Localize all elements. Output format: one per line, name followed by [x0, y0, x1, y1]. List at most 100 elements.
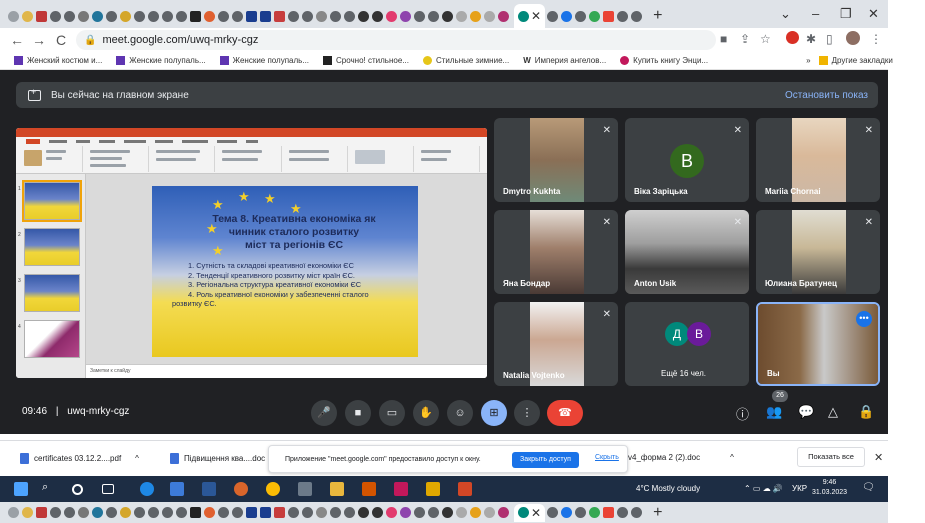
tab-favicon[interactable] [232, 507, 243, 518]
camera-icon[interactable]: ■ [720, 32, 727, 46]
hide-link[interactable]: Скрыть [595, 454, 619, 461]
minimize-icon[interactable]: – [812, 6, 819, 21]
extensions-puzzle-icon[interactable]: ✱ [806, 32, 816, 46]
menu-more-icon[interactable]: ⋮ [870, 32, 882, 46]
tab-favicon[interactable] [561, 10, 573, 22]
tab-favicon[interactable] [603, 10, 615, 22]
activities-icon[interactable]: △ [828, 404, 838, 420]
file-explorer-icon[interactable] [330, 482, 344, 496]
tab-favicon[interactable] [344, 507, 355, 518]
tab-favicon[interactable] [288, 10, 299, 22]
tab-favicon[interactable] [631, 10, 643, 22]
download-menu-icon[interactable]: ^ [135, 454, 139, 463]
tab-favicon[interactable] [316, 507, 327, 518]
tab-favicon[interactable] [470, 507, 481, 518]
tab-favicon[interactable] [302, 10, 313, 22]
bookmark-item[interactable]: Срочно! стильное... [323, 56, 409, 65]
tab-favicon[interactable] [148, 507, 159, 518]
tab-favicon[interactable] [631, 507, 643, 518]
new-tab-icon[interactable]: + [653, 504, 662, 522]
self-tile[interactable]: ••• Вы [756, 302, 880, 386]
participant-tile[interactable]: ✕ Юлиана Братунец [756, 210, 880, 294]
bookmarks-overflow-icon[interactable]: » [806, 56, 810, 65]
participant-tile[interactable]: ✕ Natalia Vojtenko [494, 302, 618, 386]
slide-notes[interactable]: Заметки к слайду [86, 364, 487, 378]
tab-favicon[interactable] [134, 507, 145, 518]
app-icon[interactable] [426, 482, 440, 496]
other-bookmarks-folder[interactable]: Другие закладки [818, 56, 893, 65]
tab-favicon[interactable] [400, 10, 411, 22]
download-menu-icon[interactable]: ^ [730, 453, 734, 462]
slide-thumbnail[interactable] [24, 274, 80, 312]
tab-favicon[interactable] [372, 507, 383, 518]
tab-favicon[interactable] [603, 507, 615, 518]
tab-favicon[interactable] [218, 507, 229, 518]
download-item[interactable]: v4_форма 2 (2).doc ^ [628, 453, 734, 462]
tab-favicon[interactable] [386, 10, 397, 22]
system-clock[interactable]: 9:46 31.03.2023 [812, 478, 847, 498]
back-icon[interactable]: ← [6, 32, 28, 48]
show-all-button[interactable]: Показать все [797, 447, 865, 467]
tab-favicon[interactable] [246, 10, 257, 22]
language-indicator[interactable]: УКР [792, 484, 807, 493]
tab-favicon[interactable] [302, 507, 313, 518]
tab-favicon[interactable] [456, 507, 467, 518]
bookmark-item[interactable]: Стильные зимние... [422, 56, 509, 65]
task-view-icon[interactable] [102, 484, 114, 494]
tile-more-options-icon[interactable]: ••• [856, 311, 872, 327]
tab-favicon[interactable] [22, 10, 33, 22]
tab-favicon[interactable] [204, 10, 215, 22]
tab-favicon[interactable] [561, 507, 573, 518]
share-icon[interactable]: ⇪ [740, 32, 750, 46]
tab-favicon[interactable] [64, 10, 75, 22]
tab-favicon[interactable] [162, 10, 173, 22]
tab-favicon[interactable] [470, 10, 481, 22]
bookmark-item[interactable]: Женские полупаль... [116, 56, 206, 65]
others-tile[interactable]: Д В Ещё 16 чел. [625, 302, 749, 386]
tab-active-meet[interactable]: ✕ [514, 503, 546, 522]
slide-thumbnail[interactable] [24, 320, 80, 358]
tab-favicon[interactable] [372, 10, 383, 22]
side-panel-icon[interactable]: ▯ [826, 32, 833, 46]
microphone-button[interactable]: 🎤 [311, 400, 337, 426]
captions-button[interactable]: ▭ [379, 400, 405, 426]
stop-presenting-button[interactable]: Остановить показ [785, 90, 868, 101]
tab-favicon[interactable] [92, 507, 103, 518]
app-icon[interactable] [394, 482, 408, 496]
tab-favicon[interactable] [162, 507, 173, 518]
tab-favicon[interactable] [414, 10, 425, 22]
slide-thumbnail[interactable] [24, 228, 80, 266]
close-tab-icon[interactable]: ✕ [531, 9, 541, 23]
tab-favicon[interactable] [246, 507, 257, 518]
tab-favicon[interactable] [120, 507, 131, 518]
tab-favicon[interactable] [316, 10, 327, 22]
app-icon[interactable] [170, 482, 184, 496]
people-icon[interactable]: 👥 [766, 404, 782, 420]
bookmark-item[interactable]: Женский костюм и... [14, 56, 102, 65]
tab-favicon[interactable] [428, 10, 439, 22]
bookmark-item[interactable]: Женские полупаль... [219, 56, 309, 65]
tab-favicon[interactable] [232, 10, 243, 22]
bookmark-item[interactable]: Купить книгу Энци... [620, 56, 708, 65]
tab-favicon[interactable] [498, 507, 509, 518]
tab-favicon[interactable] [78, 10, 89, 22]
tab-favicon[interactable] [64, 507, 75, 518]
tab-favicon[interactable] [330, 507, 341, 518]
close-window-icon[interactable]: ✕ [868, 6, 879, 22]
search-icon[interactable]: ⌕ [42, 481, 56, 495]
more-options-button[interactable]: ⋮ [514, 400, 540, 426]
edge-icon[interactable] [140, 482, 154, 496]
new-tab-icon[interactable]: + [653, 7, 662, 25]
tab-favicon[interactable] [120, 10, 131, 22]
tab-favicon[interactable] [22, 507, 33, 518]
tab-favicon[interactable] [330, 10, 341, 22]
tab-favicon[interactable] [190, 10, 201, 22]
leave-call-button[interactable]: ☎ [547, 400, 583, 426]
tab-favicon[interactable] [92, 10, 103, 22]
powerpoint-icon[interactable] [458, 482, 472, 496]
chrome-icon[interactable] [266, 482, 280, 496]
windows-start-icon[interactable] [14, 482, 28, 496]
participant-tile[interactable]: B ✕ Віка Заріцька [625, 118, 749, 202]
app-icon[interactable] [234, 482, 248, 496]
tab-favicon[interactable] [260, 507, 271, 518]
